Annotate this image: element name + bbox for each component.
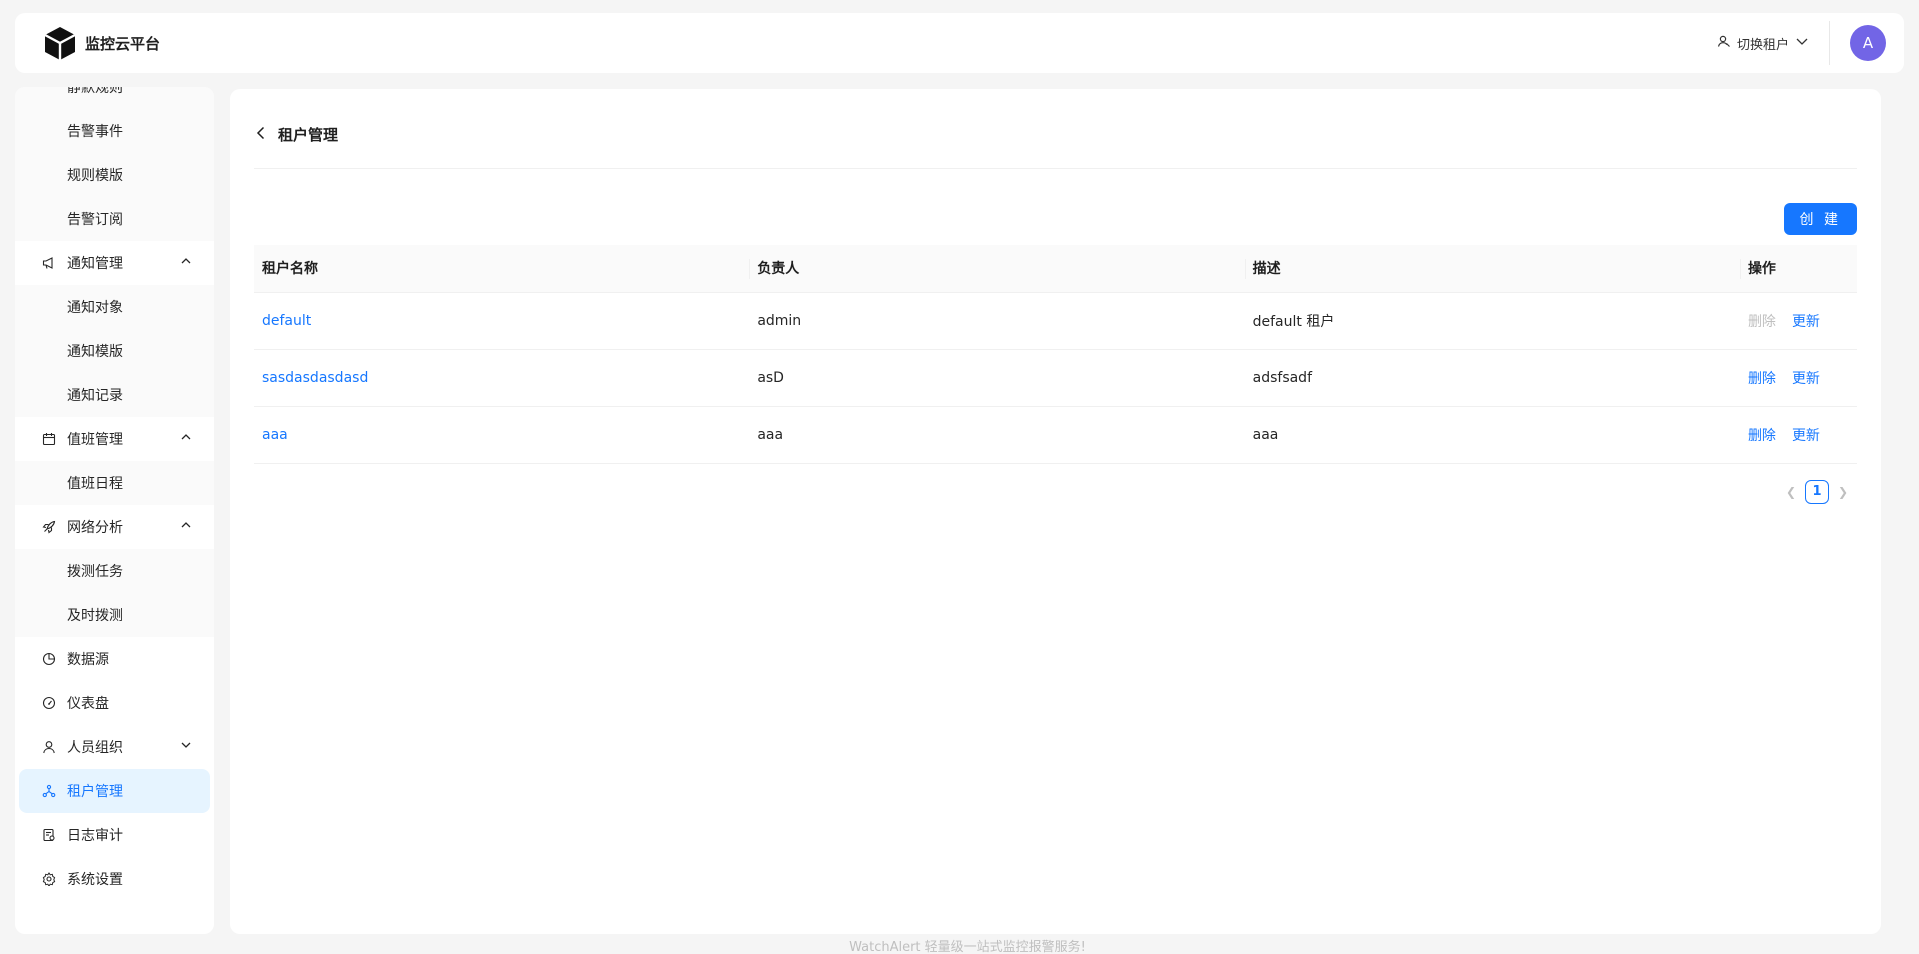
update-button[interactable]: 更新 (1792, 311, 1820, 331)
tenant-name-link[interactable]: aaa (254, 406, 750, 464)
column-header-owner: 负责人 (749, 245, 1245, 293)
prev-page-icon[interactable]: ❮ (1783, 485, 1799, 499)
sidebar-item-label: 租户管理 (67, 784, 123, 800)
chevron-down-icon (1795, 34, 1809, 52)
sidebar-item-audit[interactable]: 日志审计 (15, 813, 214, 857)
calendar-icon (41, 431, 57, 447)
table-row: aaa aaa aaa 删除 更新 (254, 406, 1857, 464)
sidebar-item-network[interactable]: 网络分析 (15, 505, 214, 549)
table-toolbar: 创 建 (254, 169, 1857, 245)
page-header: 租户管理 (254, 101, 1857, 169)
gear-icon (41, 871, 57, 887)
network-submenu: 拨测任务 及时拨测 (15, 549, 214, 637)
user-icon (41, 739, 57, 755)
sidebar-item-label: 人员组织 (67, 740, 123, 756)
tenant-name-link[interactable]: default (254, 292, 750, 350)
notify-submenu: 通知对象 通知模版 通知记录 (15, 285, 214, 417)
sidebar-item-notify-records[interactable]: 通知记录 (15, 373, 214, 417)
sidebar-item-instant-probe[interactable]: 及时拨测 (15, 593, 214, 637)
audit-file-icon (41, 827, 57, 843)
create-button[interactable]: 创 建 (1783, 203, 1857, 235)
tenant-switch-label: 切换租户 (1736, 37, 1789, 53)
footer-text: WatchAlert 轻量级一站式监控报警服务! (849, 940, 1086, 954)
tenant-owner: aaa (749, 406, 1245, 464)
app-name: 监控云平台 (85, 34, 161, 53)
dashboard-gauge-icon (41, 695, 57, 711)
sidebar-item-datasource[interactable]: 数据源 (15, 637, 214, 681)
duty-submenu: 值班日程 (15, 461, 214, 505)
sidebar-item-label: 仪表盘 (67, 696, 109, 712)
sidebar-item-label: 值班管理 (67, 432, 123, 448)
switch-user-icon (1717, 34, 1731, 52)
main-content: 租户管理 创 建 租户名称 负责人 描述 操作 default admin de… (230, 89, 1881, 934)
sidebar-item-alert-events[interactable]: 告警事件 (15, 109, 214, 153)
sidebar-item-silence-rules[interactable]: 静默规则 (15, 87, 214, 109)
column-header-desc: 描述 (1244, 245, 1740, 293)
sidebar-item-dashboard[interactable]: 仪表盘 (15, 681, 214, 725)
rocket-icon (41, 519, 57, 535)
tenant-switch-dropdown[interactable]: 切换租户 (1717, 34, 1829, 53)
sidebar-item-alert-subscribe[interactable]: 告警订阅 (15, 197, 214, 241)
column-header-name: 租户名称 (254, 245, 750, 293)
page-number-current[interactable]: 1 (1805, 479, 1829, 504)
alert-submenu: 静默规则 告警事件 规则模版 告警订阅 (15, 87, 214, 241)
table-row: sasdasdasdasd asD adsfsadf 删除 更新 (254, 349, 1857, 407)
table-header-row: 租户名称 负责人 描述 操作 (254, 245, 1857, 293)
sidebar-item-duty[interactable]: 值班管理 (15, 417, 214, 461)
cluster-icon (41, 783, 57, 799)
page-title: 租户管理 (278, 126, 339, 144)
delete-button[interactable]: 删除 (1748, 311, 1776, 331)
sidebar-item-tenant[interactable]: 租户管理 (19, 769, 210, 813)
back-arrow-icon[interactable] (254, 126, 268, 144)
pie-chart-icon (41, 651, 57, 667)
sidebar-item-notify-objects[interactable]: 通知对象 (15, 285, 214, 329)
tenant-owner: asD (749, 349, 1245, 407)
header-divider (1829, 21, 1830, 65)
sidebar-item-probe-tasks[interactable]: 拨测任务 (15, 549, 214, 593)
sidebar: 静默规则 告警事件 规则模版 告警订阅 通知管理 通知对象 通知模版 通知记录 … (15, 87, 214, 934)
next-page-icon[interactable]: ❯ (1835, 485, 1851, 499)
sidebar-item-label: 系统设置 (67, 872, 123, 888)
tenant-table: 租户名称 负责人 描述 操作 default admin default 租户 … (254, 245, 1857, 464)
brand[interactable]: 监控云平台 (41, 24, 160, 62)
tenant-name-link[interactable]: sasdasdasdasd (254, 349, 750, 407)
chevron-up-icon (180, 255, 192, 271)
column-header-actions: 操作 (1739, 245, 1857, 293)
tenant-desc: default 租户 (1244, 292, 1740, 350)
top-header: 监控云平台 切换租户 A (15, 13, 1904, 73)
pagination: ❮ 1 ❯ (254, 479, 1857, 504)
delete-button[interactable]: 删除 (1748, 368, 1776, 388)
sidebar-item-notify[interactable]: 通知管理 (15, 241, 214, 285)
update-button[interactable]: 更新 (1792, 425, 1820, 445)
delete-button[interactable]: 删除 (1748, 425, 1776, 445)
sidebar-item-label: 通知管理 (67, 256, 123, 272)
sidebar-item-notify-templates[interactable]: 通知模版 (15, 329, 214, 373)
sidebar-item-label: 网络分析 (67, 520, 123, 536)
chevron-up-icon (180, 519, 192, 535)
sidebar-item-settings[interactable]: 系统设置 (15, 857, 214, 901)
chevron-up-icon (180, 431, 192, 447)
sidebar-item-label: 数据源 (67, 652, 109, 668)
update-button[interactable]: 更新 (1792, 368, 1820, 388)
table-row: default admin default 租户 删除 更新 (254, 292, 1857, 350)
tenant-owner: admin (749, 292, 1245, 350)
tenant-desc: aaa (1244, 406, 1740, 464)
sidebar-item-duty-schedule[interactable]: 值班日程 (15, 461, 214, 505)
sidebar-item-label: 日志审计 (67, 828, 123, 844)
chevron-down-icon (180, 739, 192, 755)
cube-logo-icon (41, 24, 79, 62)
megaphone-icon (41, 255, 57, 271)
sidebar-item-people[interactable]: 人员组织 (15, 725, 214, 769)
user-avatar[interactable]: A (1850, 25, 1886, 61)
tenant-desc: adsfsadf (1244, 349, 1740, 407)
sidebar-item-rule-templates[interactable]: 规则模版 (15, 153, 214, 197)
